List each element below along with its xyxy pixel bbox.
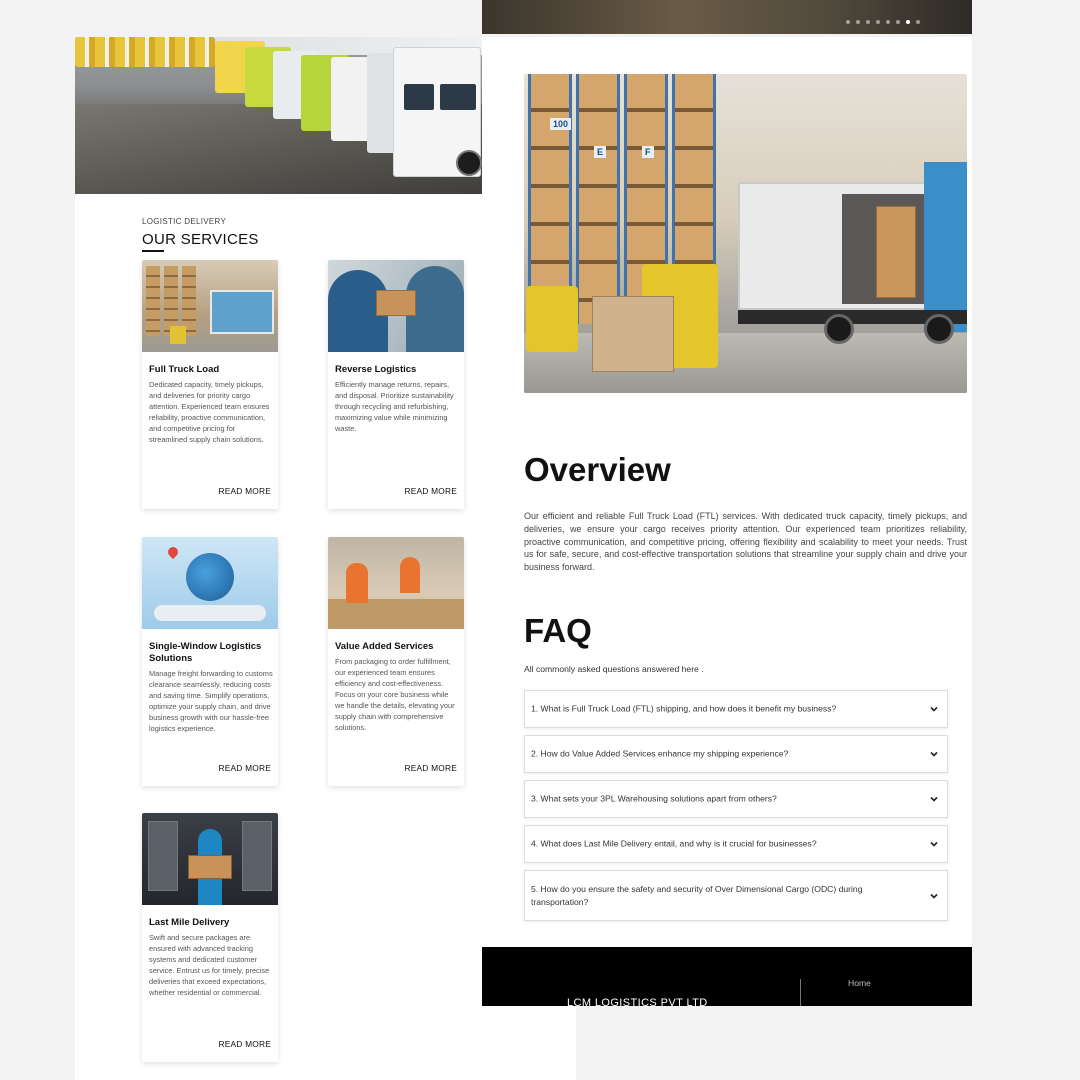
service-title: Reverse Logistics <box>335 364 417 375</box>
carousel-dot[interactable] <box>906 20 910 24</box>
service-card-last-mile[interactable]: Last Mile Delivery Swift and secure pack… <box>142 813 278 1062</box>
faq-subtitle: All commonly asked questions answered he… <box>524 664 704 674</box>
faq-title: FAQ <box>524 612 592 649</box>
carousel-dot[interactable] <box>856 20 860 24</box>
carousel-dot[interactable] <box>916 20 920 24</box>
service-title: Last Mile Delivery <box>149 917 230 928</box>
chevron-down-icon[interactable] <box>929 839 939 849</box>
faq-item[interactable]: 5. How do you ensure the safety and secu… <box>524 870 948 921</box>
service-title: Single-Window Logistics Solutions <box>149 641 262 664</box>
service-card-single-window[interactable]: Single-Window Logistics Solutions Manage… <box>142 537 278 786</box>
carousel-dots <box>846 20 920 24</box>
hero-carousel <box>482 0 972 34</box>
service-description: Swift and secure packages are ensured wi… <box>149 933 270 997</box>
carousel-dot[interactable] <box>846 20 850 24</box>
service-card-reverse-logistics[interactable]: Reverse Logistics Efficiently manage ret… <box>328 260 464 509</box>
service-image-warehouse <box>142 260 278 352</box>
chevron-down-icon[interactable] <box>929 794 939 804</box>
carousel-dot[interactable] <box>866 20 870 24</box>
footer-divider <box>800 979 801 1006</box>
faq-question: 1. What is Full Truck Load (FTL) shippin… <box>531 703 837 714</box>
read-more-link[interactable]: READ MORE <box>218 486 271 496</box>
carousel-dot[interactable] <box>896 20 900 24</box>
detail-panel: 100 E F Overview Our efficient and relia… <box>482 37 972 947</box>
section-kicker: LOGISTIC DELIVERY <box>142 217 227 226</box>
service-description: Manage freight forwarding to customs cle… <box>149 669 273 733</box>
faq-question: 4. What does Last Mile Delivery entail, … <box>531 838 817 849</box>
service-image-globe-logistics <box>142 537 278 629</box>
read-more-link[interactable]: READ MORE <box>404 486 457 496</box>
faq-item[interactable]: 3. What sets your 3PL Warehousing soluti… <box>524 780 948 818</box>
footer-link-home[interactable]: Home <box>848 978 871 988</box>
service-description: From packaging to order fulfillment, our… <box>335 657 455 732</box>
rack-label: 100 <box>550 118 572 130</box>
service-card-full-truck-load[interactable]: Full Truck Load Dedicated capacity, time… <box>142 260 278 509</box>
overview-text: Our efficient and reliable Full Truck Lo… <box>524 511 967 573</box>
read-more-link[interactable]: READ MORE <box>404 763 457 773</box>
service-image-packing-workers <box>328 537 464 629</box>
chevron-down-icon[interactable] <box>929 891 939 901</box>
chevron-down-icon[interactable] <box>929 749 939 759</box>
site-footer: LCM LOGISTICS PVT LTD Home <box>482 947 972 1006</box>
service-image-delivery-worker <box>142 813 278 905</box>
service-card-value-added[interactable]: Value Added Services From packaging to o… <box>328 537 464 786</box>
section-title: OUR SERVICES <box>142 231 259 248</box>
service-description: Dedicated capacity, timely pickups, and … <box>149 380 270 444</box>
faq-item[interactable]: 2. How do Value Added Services enhance m… <box>524 735 948 773</box>
service-title: Value Added Services <box>335 641 434 652</box>
overview-title: Overview <box>524 451 671 488</box>
read-more-link[interactable]: READ MORE <box>218 763 271 773</box>
read-more-link[interactable]: READ MORE <box>218 1039 271 1049</box>
title-underline <box>142 250 164 252</box>
faq-question: 5. How do you ensure the safety and secu… <box>531 883 863 907</box>
faq-question: 2. How do Value Added Services enhance m… <box>531 748 789 759</box>
service-title: Full Truck Load <box>149 364 220 375</box>
carousel-dot[interactable] <box>886 20 890 24</box>
faq-item[interactable]: 1. What is Full Truck Load (FTL) shippin… <box>524 690 948 728</box>
faq-item[interactable]: 4. What does Last Mile Delivery entail, … <box>524 825 948 863</box>
warehouse-loading-photo: 100 E F <box>524 74 967 393</box>
carousel-dot[interactable] <box>876 20 880 24</box>
rack-label: E <box>594 146 607 158</box>
chevron-down-icon[interactable] <box>929 704 939 714</box>
footer-company-name: LCM LOGISTICS PVT LTD <box>567 997 708 1006</box>
hero-image-truck-fleet <box>75 37 482 194</box>
service-description: Efficiently manage returns, repairs, and… <box>335 380 454 433</box>
service-image-package-handoff <box>328 260 464 352</box>
faq-question: 3. What sets your 3PL Warehousing soluti… <box>531 793 777 804</box>
rack-label: F <box>642 146 654 158</box>
